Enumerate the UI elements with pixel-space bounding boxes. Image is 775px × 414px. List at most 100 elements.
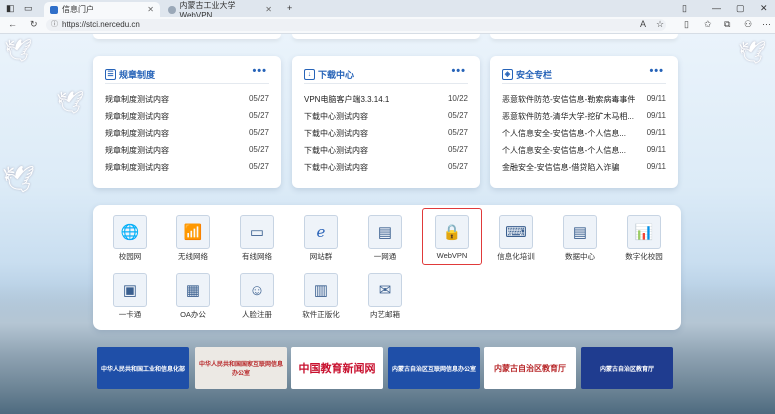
item-title[interactable]: VPN电脑客户端3.3.14.1 <box>304 94 389 105</box>
favorite-icon[interactable]: ☆ <box>656 19 664 30</box>
app-digital-campus[interactable]: 📊 数字化校园 <box>615 215 673 262</box>
banner-label: 中国教育新闻网 <box>298 362 376 375</box>
banner-link-nm-cac[interactable]: 内蒙古自治区互联网信息办公室 <box>388 347 480 389</box>
back-icon[interactable]: ← <box>8 19 17 29</box>
banner-link-cac[interactable]: 中华人民共和国国家互联网信息办公室 <box>195 347 287 389</box>
item-title[interactable]: 下载中心测试内容 <box>304 145 368 156</box>
dove-decoration-icon: 🕊 <box>738 40 766 65</box>
item-title[interactable]: 金融安全-安信信息-借贷陷入诈骗 <box>502 162 619 173</box>
site-info-icon[interactable]: ⓘ <box>51 19 58 31</box>
app-wireless[interactable]: 📶 无线网络 <box>164 215 222 262</box>
item-title[interactable]: 下载中心测试内容 <box>304 128 368 139</box>
item-date: 09/11 <box>646 162 666 171</box>
app-label: 数据中心 <box>565 252 595 261</box>
app-campus-card[interactable]: ▣ 一卡通 <box>101 273 159 320</box>
app-label: 一网通 <box>373 252 397 261</box>
app-label: 数字化校园 <box>625 252 663 261</box>
banner-link-nm-edu-2[interactable]: 内蒙古自治区教育厅 <box>581 347 673 389</box>
list-item[interactable]: 下载中心测试内容 05/27 <box>304 145 468 156</box>
list-item[interactable]: 规章制度测试内容 05/27 <box>105 145 269 156</box>
list-item[interactable]: 下载中心测试内容 05/27 <box>304 128 468 139</box>
list-item[interactable]: 下载中心测试内容 05/27 <box>304 162 468 173</box>
list-item[interactable]: 规章制度测试内容 05/27 <box>105 162 269 173</box>
app-label: WebVPN <box>436 251 468 260</box>
router-icon: 📶 <box>176 215 210 249</box>
read-aloud-icon[interactable]: A <box>640 19 646 29</box>
new-tab-icon[interactable]: + <box>287 3 292 13</box>
item-title[interactable]: 下载中心测试内容 <box>304 162 368 173</box>
settings-more-icon[interactable]: ⋯ <box>762 19 771 30</box>
list-item[interactable]: 规章制度测试内容 05/27 <box>105 128 269 139</box>
divider <box>502 83 666 84</box>
app-one-net[interactable]: ▤ 一网通 <box>356 215 414 262</box>
item-title[interactable]: 规章制度测试内容 <box>105 94 169 105</box>
item-title[interactable]: 规章制度测试内容 <box>105 111 169 122</box>
app-site-group[interactable]: e 网站群 <box>292 215 350 262</box>
item-date: 05/27 <box>248 111 269 120</box>
panel-title-text: 安全专栏 <box>516 70 553 80</box>
maximize-icon[interactable]: ▢ <box>736 3 745 14</box>
item-title[interactable]: 规章制度测试内容 <box>105 128 169 139</box>
more-button[interactable]: ••• <box>649 65 664 77</box>
globe-icon: 🌐 <box>113 215 147 249</box>
item-date: 05/27 <box>248 162 269 171</box>
more-button[interactable]: ••• <box>252 65 267 77</box>
item-title[interactable]: 恶意软件防范-安信信息-勒索病毒事件 <box>502 94 635 105</box>
app-label: 网站群 <box>309 252 333 261</box>
list-item[interactable]: 个人信息安全-安信信息-个人信息... 09/11 <box>502 145 666 156</box>
list-item[interactable]: VPN电脑客户端3.3.14.1 10/22 <box>304 94 468 105</box>
more-button[interactable]: ••• <box>451 65 466 77</box>
tab-label: 信息门户 <box>62 5 94 14</box>
app-oa[interactable]: ▦ OA办公 <box>164 273 222 320</box>
workspaces-icon[interactable]: ◧ <box>6 3 15 14</box>
url-text: https://stci.nercedu.cn <box>62 20 140 29</box>
item-title[interactable]: 个人信息安全-安信信息-个人信息... <box>502 128 626 139</box>
tab-portal[interactable]: 信息门户 ✕ <box>44 2 160 17</box>
address-bar[interactable]: ⓘ https://stci.nercedu.cn <box>46 19 666 31</box>
app-it-training[interactable]: ⌨ 信息化培训 <box>487 215 545 262</box>
item-date: 05/27 <box>248 94 269 103</box>
panel-top-edge <box>490 34 678 39</box>
item-date: 05/27 <box>447 162 468 171</box>
item-date: 10/22 <box>447 94 468 103</box>
tab-webvpn[interactable]: 内蒙古工业大学 WebVPN ✕ <box>162 1 278 20</box>
item-title[interactable]: 规章制度测试内容 <box>105 145 169 156</box>
divider <box>304 83 468 84</box>
banner-link-edu-news[interactable]: 中国教育新闻网 <box>291 347 383 389</box>
collections-icon[interactable]: ⧉ <box>724 19 730 30</box>
close-tab-icon[interactable]: ✕ <box>265 5 272 14</box>
close-window-icon[interactable]: ✕ <box>760 3 768 14</box>
close-tab-icon[interactable]: ✕ <box>147 5 154 14</box>
app-label: 软件正版化 <box>302 310 340 319</box>
item-title[interactable]: 下载中心测试内容 <box>304 111 368 122</box>
minimize-icon[interactable]: — <box>712 3 721 13</box>
list-item[interactable]: 恶意软件防范-安信信息-勒索病毒事件 09/11 <box>502 94 666 105</box>
favorites-icon[interactable]: ✩ <box>704 19 712 30</box>
app-data-center[interactable]: ▤ 数据中心 <box>551 215 609 262</box>
banner-link-nm-edu[interactable]: 内蒙古自治区教育厅 <box>484 347 576 389</box>
item-title[interactable]: 恶意软件防范-清华大学-挖矿木马相... <box>502 111 634 122</box>
split-icon[interactable]: ▯ <box>682 3 687 14</box>
tab-actions-icon[interactable]: ▭ <box>24 3 33 14</box>
list-item[interactable]: 规章制度测试内容 05/27 <box>105 94 269 105</box>
banner-label: 中华人民共和国国家互联网信息办公室 <box>199 362 284 377</box>
refresh-icon[interactable]: ↻ <box>30 19 38 30</box>
profile-icon[interactable]: ⚇ <box>744 19 752 30</box>
item-title[interactable]: 个人信息安全-安信信息-个人信息... <box>502 145 626 156</box>
app-face-registration[interactable]: ☺ 人脸注册 <box>228 273 286 320</box>
list-item[interactable]: 下载中心测试内容 05/27 <box>304 111 468 122</box>
list-item[interactable]: 规章制度测试内容 05/27 <box>105 111 269 122</box>
app-label: 校园网 <box>118 252 142 261</box>
list-item[interactable]: 个人信息安全-安信信息-个人信息... 09/11 <box>502 128 666 139</box>
app-genuine-software[interactable]: ▥ 软件正版化 <box>292 273 350 320</box>
app-wired[interactable]: ▭ 有线网络 <box>228 215 286 262</box>
app-campus-network[interactable]: 🌐 校园网 <box>101 215 159 262</box>
list-item[interactable]: 恶意软件防范-清华大学-挖矿木马相... 09/11 <box>502 111 666 122</box>
item-title[interactable]: 规章制度测试内容 <box>105 162 169 173</box>
list-item[interactable]: 金融安全-安信信息-借贷陷入诈骗 09/11 <box>502 162 666 173</box>
app-mailbox[interactable]: ✉ 内艺邮箱 <box>356 273 414 320</box>
item-date: 05/27 <box>447 111 468 120</box>
app-webvpn[interactable]: 🔒 WebVPN <box>422 208 482 265</box>
banner-link-miit[interactable]: 中华人民共和国工业和信息化部 <box>97 347 189 389</box>
split-screen-icon[interactable]: ▯ <box>684 19 689 30</box>
